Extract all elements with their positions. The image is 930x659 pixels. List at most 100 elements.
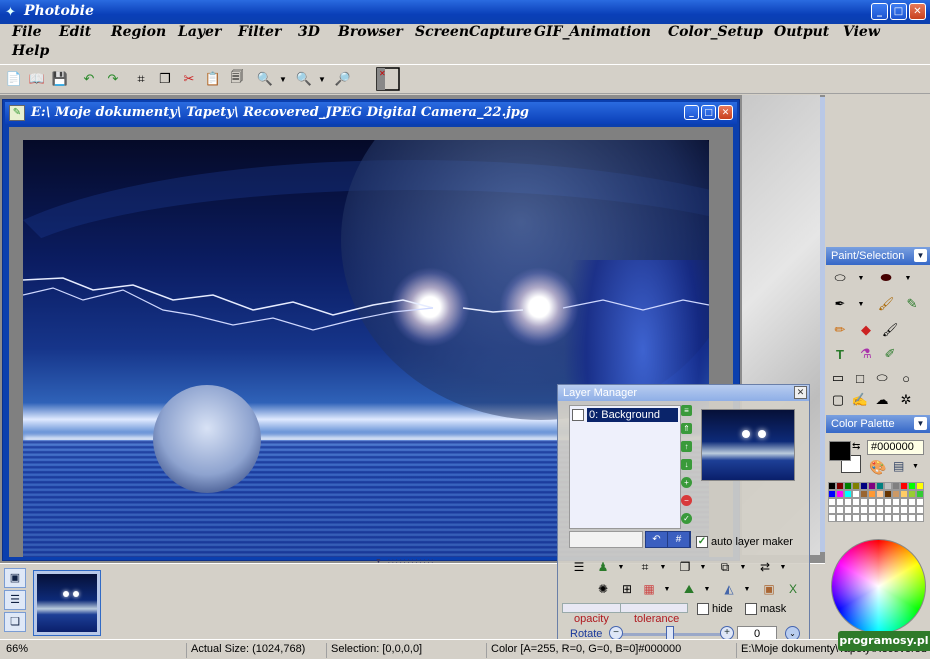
- auto-layer-maker-checkbox[interactable]: ✓: [696, 536, 708, 548]
- layer-top-icon[interactable]: ⇑: [681, 423, 692, 434]
- palette-swatch[interactable]: [900, 506, 908, 514]
- undo-layer-icon[interactable]: ↶: [646, 532, 668, 547]
- document-maximize-button[interactable]: □: [701, 105, 716, 120]
- zoom-out-icon[interactable]: 🔍: [294, 69, 314, 89]
- palette-swatch[interactable]: [836, 498, 844, 506]
- redo-icon[interactable]: ↷: [103, 69, 123, 89]
- square-select-icon[interactable]: □: [850, 368, 870, 388]
- chevron-down-icon[interactable]: ▼: [317, 69, 327, 89]
- rotate-slider-thumb[interactable]: [666, 626, 674, 640]
- chevron-down-icon[interactable]: ▼: [914, 417, 927, 430]
- palette-swatch[interactable]: [868, 482, 876, 490]
- auto-layer-maker-option[interactable]: ✓ auto layer maker: [696, 536, 793, 548]
- palette-swatch[interactable]: [876, 498, 884, 506]
- chevron-down-icon[interactable]: ▼: [912, 463, 919, 470]
- paint-selection-header[interactable]: Paint/Selection ▼: [826, 247, 930, 265]
- eyedropper-icon[interactable]: ✎: [902, 294, 922, 314]
- palette-swatch[interactable]: [836, 482, 844, 490]
- text-tool-icon[interactable]: T: [830, 344, 850, 364]
- menu-edit[interactable]: Edit: [59, 24, 91, 40]
- rounded-rect-icon[interactable]: ▢: [828, 390, 848, 410]
- chevron-down-icon[interactable]: ▼: [851, 268, 871, 288]
- rect-select-icon[interactable]: ▭: [828, 368, 848, 388]
- palette-swatch[interactable]: [836, 506, 844, 514]
- menu-view[interactable]: View: [843, 24, 880, 40]
- excel-icon[interactable]: X: [784, 580, 802, 598]
- palette-swatch[interactable]: [900, 490, 908, 498]
- palette-swatch[interactable]: [892, 506, 900, 514]
- copy-icon[interactable]: ❐: [155, 69, 175, 89]
- layer-row[interactable]: 0: Background: [572, 408, 678, 422]
- rotate-increase-button[interactable]: +: [720, 626, 734, 640]
- pencil-icon[interactable]: ✏: [830, 320, 850, 340]
- color-grid-icon[interactable]: ▦: [640, 580, 658, 598]
- palette-swatch[interactable]: [844, 498, 852, 506]
- paintbrush-icon[interactable]: 🖌: [880, 320, 900, 340]
- palette-swatch[interactable]: [916, 514, 924, 522]
- palette-swatch[interactable]: [900, 482, 908, 490]
- palette-swatch[interactable]: [844, 506, 852, 514]
- palette-swatch[interactable]: [908, 506, 916, 514]
- palette-swatch[interactable]: [908, 490, 916, 498]
- palette-swatch[interactable]: [852, 482, 860, 490]
- layer-stack-icon[interactable]: ≡: [681, 405, 692, 416]
- new-icon[interactable]: 📄: [4, 69, 24, 89]
- palette-swatch[interactable]: [916, 482, 924, 490]
- chevron-down-icon[interactable]: ▼: [654, 558, 672, 576]
- palette-swatch[interactable]: [868, 498, 876, 506]
- texture-icon[interactable]: ✺: [594, 580, 612, 598]
- align-icon[interactable]: ☰: [570, 558, 588, 576]
- palette-swatch[interactable]: [828, 482, 836, 490]
- cut-icon[interactable]: ✂: [179, 69, 199, 89]
- palette-swatch[interactable]: [900, 498, 908, 506]
- palette-swatch[interactable]: [860, 514, 868, 522]
- effect-icon[interactable]: ▣: [760, 580, 778, 598]
- arrange-icon[interactable]: ⇄: [756, 558, 774, 576]
- palette-swatch[interactable]: [876, 514, 884, 522]
- thumbnail-view-icon[interactable]: ▣: [4, 568, 26, 588]
- document-close-button[interactable]: ✕: [718, 105, 733, 120]
- crop-icon[interactable]: ⌗: [131, 69, 151, 89]
- palette-swatch[interactable]: [916, 490, 924, 498]
- palette-swatch[interactable]: [868, 490, 876, 498]
- palette-swatch[interactable]: [852, 506, 860, 514]
- palette-swatch[interactable]: [868, 506, 876, 514]
- menu-output[interactable]: Output: [774, 24, 829, 40]
- palette-swatch[interactable]: [836, 490, 844, 498]
- zoom-in-icon[interactable]: 🔍: [255, 69, 275, 89]
- lasso-icon[interactable]: ✍: [850, 390, 870, 410]
- landscape-icon[interactable]: ⛰: [680, 580, 698, 598]
- save-icon[interactable]: 💾: [50, 69, 70, 89]
- close-icon[interactable]: ✕: [794, 386, 807, 399]
- maximize-button[interactable]: □: [890, 3, 907, 20]
- crop-layer-icon[interactable]: ⌗: [636, 558, 654, 576]
- palette-swatch[interactable]: [828, 490, 836, 498]
- palette-swatch[interactable]: [884, 514, 892, 522]
- layer-visibility-checkbox[interactable]: [572, 409, 584, 421]
- scissors-icon[interactable]: ✕: [372, 67, 404, 91]
- palette-swatch[interactable]: [884, 482, 892, 490]
- chevron-down-icon[interactable]: ▼: [698, 580, 716, 598]
- palette-swatch[interactable]: [916, 506, 924, 514]
- color-wheel[interactable]: [831, 539, 926, 634]
- palette-swatch[interactable]: [892, 514, 900, 522]
- palette-swatch[interactable]: [844, 490, 852, 498]
- menu-gif-animation[interactable]: GIF_Animation: [534, 24, 651, 40]
- menu-color-setup[interactable]: Color_Setup: [668, 24, 763, 40]
- paste-new-icon[interactable]: 🗐: [227, 69, 247, 89]
- palette-swatch[interactable]: [828, 514, 836, 522]
- color-palette-header[interactable]: Color Palette ▼: [826, 415, 930, 433]
- chevron-down-icon[interactable]: ▼: [914, 249, 927, 262]
- chevron-down-icon[interactable]: ▼: [774, 558, 792, 576]
- menu-region[interactable]: Region: [111, 24, 166, 40]
- duplicate-layer-icon[interactable]: ❐: [676, 558, 694, 576]
- list-view-icon[interactable]: ☰: [4, 590, 26, 610]
- layer-name-field[interactable]: [569, 531, 643, 548]
- cascade-view-icon[interactable]: ❏: [4, 612, 26, 632]
- grid-icon[interactable]: #: [668, 532, 690, 547]
- palette-swatch[interactable]: [828, 498, 836, 506]
- swap-colors-icon[interactable]: ⇆: [852, 441, 860, 452]
- merge-icon[interactable]: ⧉: [716, 558, 734, 576]
- chevron-down-icon[interactable]: ▼: [734, 558, 752, 576]
- palette-swatch[interactable]: [908, 514, 916, 522]
